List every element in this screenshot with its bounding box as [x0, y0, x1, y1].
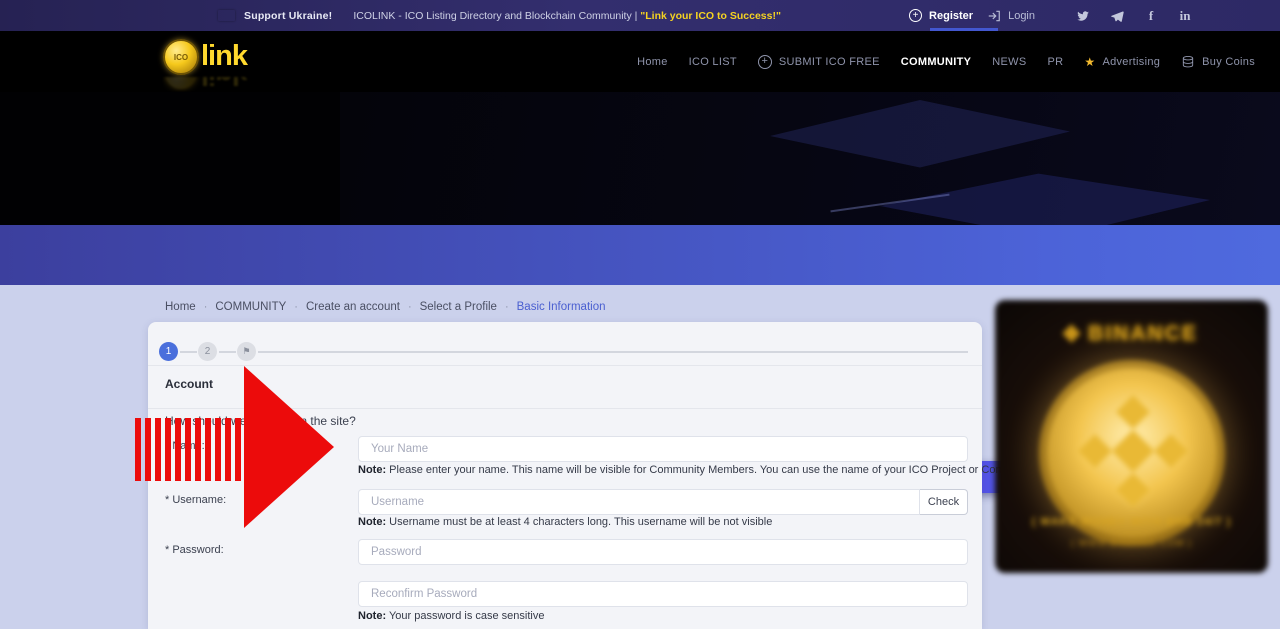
register-label: Register: [929, 10, 973, 22]
site-tagline-plain: ICOLINK - ICO Listing Directory and Bloc…: [353, 10, 640, 22]
name-note: Note: Please enter your name. This name …: [358, 464, 1028, 476]
binance-ad-banner[interactable]: BINANCE ( MAKE MONEY WITH BNB 24/7 ) ( W…: [995, 300, 1268, 573]
site-logo[interactable]: ICO link link: [163, 39, 247, 75]
register-plus-icon: +: [909, 9, 922, 22]
register-button[interactable]: + Register: [909, 9, 973, 22]
logo-reflection: link: [163, 77, 247, 91]
login-label: Login: [1008, 10, 1035, 22]
binance-diamond-icon: [1062, 324, 1080, 342]
binance-brand: BINANCE: [995, 322, 1268, 346]
twitter-icon[interactable]: [1073, 8, 1093, 24]
support-ukraine-label: Support Ukraine!: [244, 10, 332, 22]
hero-banner-image: [340, 92, 1280, 225]
name-input[interactable]: [358, 436, 968, 462]
nav-item-community[interactable]: COMMUNITY: [901, 56, 972, 68]
divider: [148, 365, 982, 366]
breadcrumb-community[interactable]: COMMUNITY: [215, 301, 286, 313]
ukraine-flag-icon: [218, 10, 235, 21]
section-title: Account: [165, 377, 213, 391]
step-1[interactable]: 1: [159, 342, 178, 361]
password-label: * Password:: [165, 544, 224, 556]
nav-item-pr[interactable]: PR: [1047, 56, 1063, 68]
breadcrumb-select-profile[interactable]: Select a Profile: [420, 301, 497, 313]
main-nav: ICO link link Home ICO LIST + SUBMIT ICO…: [0, 31, 1280, 92]
step-2[interactable]: 2: [198, 342, 217, 361]
reconfirm-password-input[interactable]: [358, 581, 968, 607]
nav-menu: Home ICO LIST + SUBMIT ICO FREE COMMUNIT…: [637, 31, 1255, 92]
ad-tagline: ( MAKE MONEY WITH BNB 24/7 ): [995, 516, 1268, 528]
nav-item-submit-ico[interactable]: + SUBMIT ICO FREE: [758, 55, 880, 69]
breadcrumb: Home · COMMUNITY · Create an account · S…: [165, 301, 606, 313]
username-check-button[interactable]: Check: [920, 489, 968, 515]
site-tagline-highlight: "Link your ICO to Success!": [640, 10, 781, 22]
top-bar-left: Support Ukraine! ICOLINK - ICO Listing D…: [218, 0, 781, 31]
logo-coin-icon: ICO: [163, 39, 199, 75]
username-note: Note: Username must be at least 4 charac…: [358, 516, 772, 528]
page: Support Ukraine! ICOLINK - ICO Listing D…: [0, 0, 1280, 629]
linkedin-icon[interactable]: in: [1175, 8, 1195, 24]
password-note: Note: Your password is case sensitive: [358, 610, 544, 622]
top-bar-right: + Register Login f in: [909, 0, 1195, 31]
top-bar: Support Ukraine! ICOLINK - ICO Listing D…: [0, 0, 1280, 31]
nav-item-advertising[interactable]: ★ Advertising: [1084, 55, 1160, 69]
password-field: [358, 539, 968, 565]
nav-item-news[interactable]: NEWS: [992, 56, 1026, 68]
facebook-icon[interactable]: f: [1141, 8, 1161, 24]
submit-plus-icon: +: [758, 55, 772, 69]
hero-shape: [770, 92, 1070, 172]
reconfirm-password-field: [358, 581, 968, 607]
breadcrumb-basic-information: Basic Information: [517, 301, 606, 313]
breadcrumb-create-account[interactable]: Create an account: [306, 301, 400, 313]
coins-icon: [1181, 55, 1195, 69]
ad-url: ( WWW.BINANCE.COM ): [995, 538, 1268, 548]
username-label: * Username:: [165, 494, 226, 506]
password-input[interactable]: [358, 539, 968, 565]
red-arrow-stripes: [135, 418, 245, 481]
breadcrumb-home[interactable]: Home: [165, 301, 196, 313]
logo-wordmark: link: [201, 39, 247, 73]
hero-banner: [0, 92, 1280, 225]
login-icon: [987, 9, 1001, 23]
username-input[interactable]: [358, 489, 920, 515]
nav-item-home[interactable]: Home: [637, 56, 668, 68]
telegram-icon[interactable]: [1107, 8, 1127, 24]
nav-item-buy-coins[interactable]: Buy Coins: [1181, 55, 1255, 69]
login-button[interactable]: Login: [987, 9, 1035, 23]
search-strip: Category Stage Search: [0, 225, 1280, 285]
step-finish-flag-icon: ⚑: [237, 342, 256, 361]
name-field: [358, 436, 968, 462]
wizard-stepper: 1 2 ⚑: [148, 342, 982, 362]
username-field: Check: [358, 489, 968, 515]
advertising-star-icon: ★: [1084, 55, 1095, 69]
site-tagline: ICOLINK - ICO Listing Directory and Bloc…: [353, 10, 781, 22]
nav-item-ico-list[interactable]: ICO LIST: [689, 56, 737, 68]
